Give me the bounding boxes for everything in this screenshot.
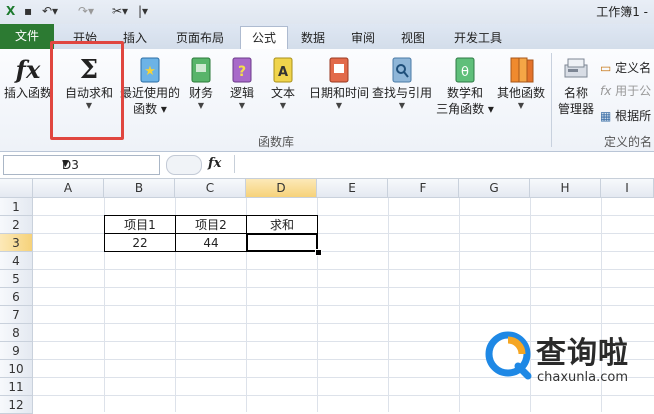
row-header[interactable]: 1 xyxy=(0,198,33,216)
define-name-button[interactable]: ▭ 定义名 xyxy=(600,59,651,76)
cell-b2[interactable]: 项目1 xyxy=(104,215,176,234)
cell-b3[interactable]: 22 xyxy=(104,233,176,252)
chevron-down-icon: ▼ xyxy=(197,101,205,110)
chevron-down-icon: ▼ xyxy=(335,101,343,110)
row-header[interactable]: 7 xyxy=(0,306,33,324)
excel-logo-icon: X xyxy=(6,4,16,18)
create-from-selection-button[interactable]: ▦ 根据所 xyxy=(600,107,651,124)
column-header-selected[interactable]: D xyxy=(246,179,317,198)
row-header[interactable]: 5 xyxy=(0,270,33,288)
row-header-selected[interactable]: 3 xyxy=(0,234,33,252)
cell-c3[interactable]: 44 xyxy=(175,233,247,252)
save-icon[interactable]: ▪ xyxy=(24,3,32,20)
cell-c2[interactable]: 项目2 xyxy=(175,215,247,234)
row-header[interactable]: 2 xyxy=(0,216,33,234)
tab-page-layout[interactable]: 页面布局 xyxy=(162,28,238,49)
row-header[interactable]: 10 xyxy=(0,360,33,378)
gridline xyxy=(33,395,654,396)
svg-text:A: A xyxy=(278,65,288,80)
insert-function-button[interactable]: fx 插入函数 xyxy=(3,55,53,101)
use-in-formula-button[interactable]: fx 用于公 xyxy=(600,82,651,99)
grid-icon: ▦ xyxy=(600,109,612,123)
insert-function-icon[interactable]: fx xyxy=(208,156,221,171)
group-label-library: 函数库 xyxy=(258,135,295,149)
text-book-icon: A xyxy=(273,57,293,83)
column-header[interactable]: E xyxy=(317,179,388,198)
group-label-names: 定义的名 xyxy=(604,135,653,149)
tag-icon: ▭ xyxy=(600,61,612,75)
svg-text:θ: θ xyxy=(461,65,469,80)
brand-url: chaxunla.com xyxy=(537,370,628,385)
logical-button[interactable]: ? 逻辑 ▼ xyxy=(223,55,261,111)
gridline xyxy=(33,305,654,306)
tab-view[interactable]: 视图 xyxy=(390,28,436,49)
select-all-corner[interactable] xyxy=(0,179,33,198)
column-header[interactable]: H xyxy=(530,179,601,198)
calendar-book-icon xyxy=(329,57,349,83)
name-box[interactable]: D3 ▼ xyxy=(3,155,160,175)
logic-book-icon: ? xyxy=(232,57,252,83)
column-header[interactable]: G xyxy=(459,179,530,198)
date-time-button[interactable]: 日期和时间 ▼ xyxy=(305,55,373,111)
fx-small-icon: fx xyxy=(600,84,612,98)
name-manager-button[interactable]: 名称 管理器 xyxy=(554,55,598,117)
tab-file[interactable]: 文件 xyxy=(0,24,54,49)
formula-input[interactable] xyxy=(234,155,654,173)
undo-icon[interactable]: ↶▾ xyxy=(42,3,58,20)
theta-book-icon: θ xyxy=(455,57,475,83)
chevron-down-icon: ▼ xyxy=(238,101,246,110)
name-manager-icon xyxy=(564,58,588,78)
lookup-button[interactable]: 查找与引用 ▼ xyxy=(370,55,434,111)
chevron-down-icon[interactable]: ▼ xyxy=(62,159,155,169)
row-header[interactable]: 11 xyxy=(0,378,33,396)
math-trig-button[interactable]: θ 数学和 三角函数 ▾ xyxy=(436,55,494,117)
cell-d2[interactable]: 求和 xyxy=(246,215,318,234)
fx-icon: fx xyxy=(15,55,41,84)
chevron-down-icon: ▼ xyxy=(398,101,406,110)
brand-text: 查询啦 xyxy=(536,336,629,371)
recently-used-button[interactable]: ★ 最近使用的 函数 ▾ xyxy=(120,55,180,117)
row-header[interactable]: 8 xyxy=(0,324,33,342)
row-header[interactable]: 12 xyxy=(0,396,33,414)
chevron-down-icon: ▼ xyxy=(517,101,525,110)
formula-bar-splitter[interactable] xyxy=(166,155,202,175)
gridline xyxy=(33,323,654,324)
quick-access-toolbar: X ▪ ↶▾ ↷▾ ✂▾ |▾ 工作簿1 - xyxy=(0,0,654,25)
star-book-icon: ★ xyxy=(140,57,160,83)
magnifier-book-icon xyxy=(392,57,412,83)
svg-text:?: ? xyxy=(238,64,246,80)
row-header[interactable]: 9 xyxy=(0,342,33,360)
row-header[interactable]: 6 xyxy=(0,288,33,306)
financial-button[interactable]: 财务 ▼ xyxy=(183,55,219,111)
formula-bar: D3 ▼ fx xyxy=(0,152,654,179)
column-header[interactable]: A xyxy=(33,179,104,198)
more-functions-button[interactable]: 其他函数 ▼ xyxy=(494,55,548,111)
window-title: 工作簿1 - xyxy=(596,5,648,19)
column-header[interactable]: I xyxy=(601,179,654,198)
column-header[interactable]: B xyxy=(104,179,175,198)
column-header[interactable]: F xyxy=(388,179,459,198)
tab-review[interactable]: 审阅 xyxy=(340,28,386,49)
redo-icon[interactable]: ↷▾ xyxy=(78,3,94,20)
magnifier-logo-icon xyxy=(485,331,532,380)
books-icon xyxy=(510,57,534,83)
active-cell-d3[interactable] xyxy=(246,233,318,252)
text-button[interactable]: A 文本 ▼ xyxy=(264,55,302,111)
tab-developer[interactable]: 开发工具 xyxy=(440,28,516,49)
fill-handle[interactable] xyxy=(315,249,322,256)
svg-text:★: ★ xyxy=(144,64,156,79)
chevron-down-icon: ▼ xyxy=(279,101,287,110)
tab-data[interactable]: 数据 xyxy=(290,28,336,49)
tools-icon[interactable]: ✂▾ xyxy=(112,3,128,20)
customize-qat-icon[interactable]: |▾ xyxy=(138,3,148,20)
group-separator xyxy=(551,53,552,147)
site-watermark: 查询啦 chaxunla.com xyxy=(484,326,652,388)
column-header[interactable]: C xyxy=(175,179,246,198)
gridline xyxy=(33,269,654,270)
finance-book-icon xyxy=(191,57,211,83)
autosum-highlight-frame xyxy=(50,41,124,140)
gridline xyxy=(33,287,654,288)
tab-formulas[interactable]: 公式 xyxy=(240,26,288,50)
row-header[interactable]: 4 xyxy=(0,252,33,270)
